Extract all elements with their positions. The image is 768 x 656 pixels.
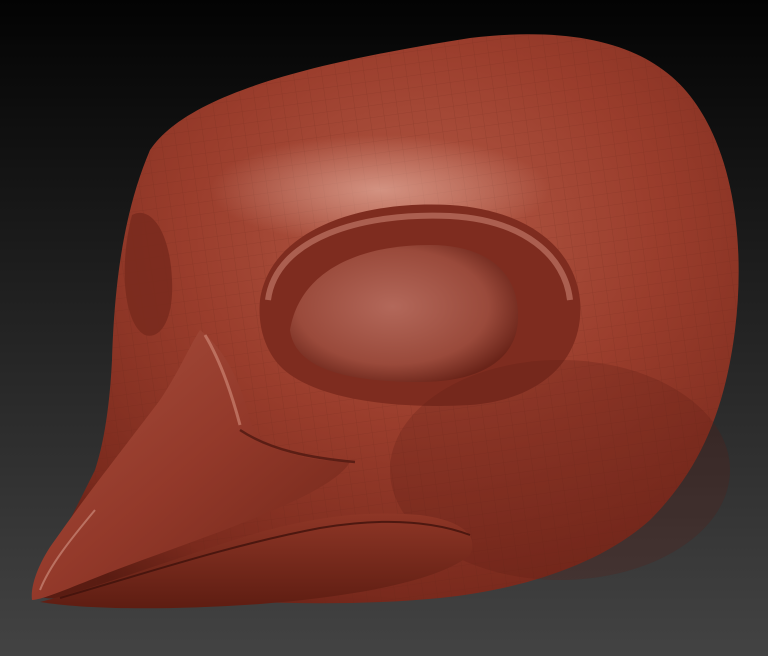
viewport-canvas[interactable] bbox=[0, 0, 768, 656]
3d-viewport[interactable] bbox=[0, 0, 768, 656]
